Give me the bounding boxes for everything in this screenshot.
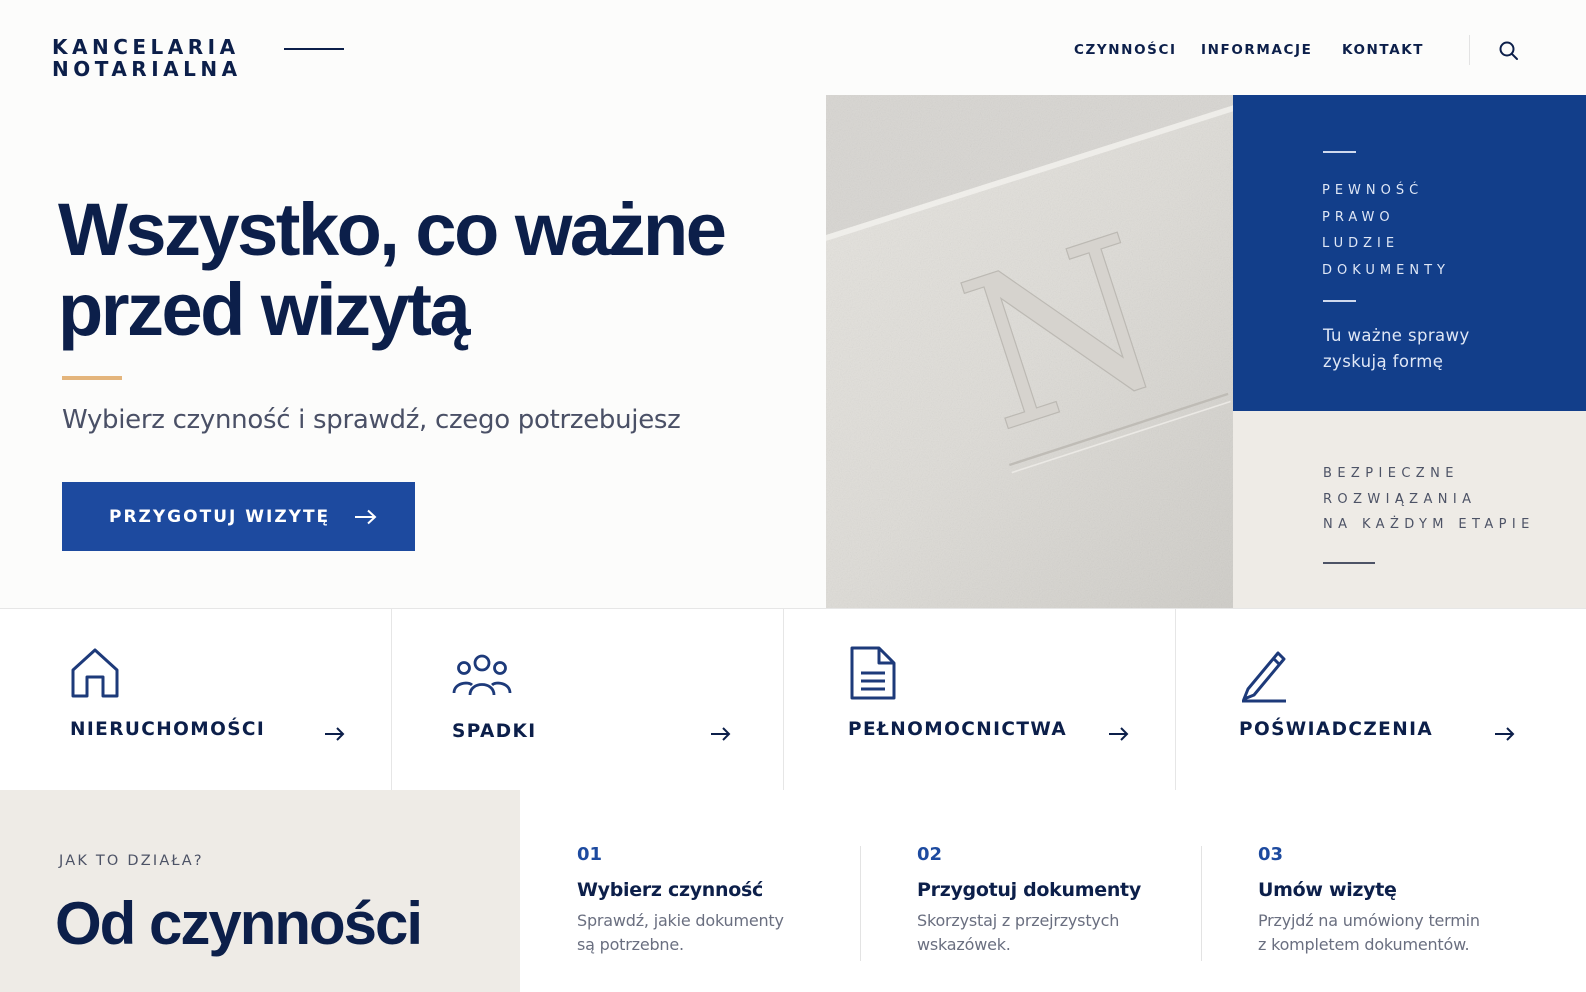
house-icon bbox=[71, 648, 119, 698]
step-desc-line: Skorzystaj z przejrzystych bbox=[917, 911, 1120, 930]
value-word: PEWNOŚĆ bbox=[1322, 183, 1424, 198]
value-word: PRAWO bbox=[1322, 209, 1395, 225]
step-item: 01 Wybierz czynność Sprawdź, jakie dokum… bbox=[577, 844, 784, 957]
site-header: KANCELARIA NOTARIALNA CZYNNOŚCI INFORMAC… bbox=[0, 0, 1586, 96]
step-number: 02 bbox=[917, 844, 943, 865]
step-desc-line: z kompletem dokumentów. bbox=[1258, 935, 1470, 954]
step-divider bbox=[860, 846, 861, 961]
step-item: 02 Przygotuj dokumenty Skorzystaj z prze… bbox=[917, 844, 1141, 957]
arrow-right-icon bbox=[355, 509, 377, 524]
search-button[interactable] bbox=[1496, 38, 1522, 64]
values-mid-dash bbox=[1323, 300, 1356, 302]
nav-item-kontakt[interactable]: KONTAKT bbox=[1342, 42, 1424, 58]
step-number: 03 bbox=[1258, 844, 1284, 865]
security-text: BEZPIECZNE ROZWIĄZANIA NA KAŻDYM ETAPIE bbox=[1323, 461, 1535, 538]
logo[interactable]: KANCELARIA NOTARIALNA bbox=[52, 36, 242, 80]
category-label: PEŁNOMOCNICTWA bbox=[848, 719, 1068, 740]
search-icon bbox=[1499, 41, 1518, 60]
step-description: Skorzystaj z przejrzystych wskazówek. bbox=[917, 909, 1141, 957]
how-title: Od czynności bbox=[55, 890, 423, 957]
how-it-works-intro: JAK TO DZIAŁA? Od czynności bbox=[0, 790, 520, 992]
category-card-nieruchomosci[interactable]: NIERUCHOMOŚCI bbox=[0, 609, 392, 790]
step-number: 01 bbox=[577, 844, 603, 865]
values-list: PEWNOŚĆ PRAWO LUDZIE DOKUMENTY bbox=[1322, 178, 1450, 284]
security-line: NA KAŻDYM ETAPIE bbox=[1323, 517, 1535, 532]
step-description: Sprawdź, jakie dokumenty są potrzebne. bbox=[577, 909, 784, 957]
step-title: Wybierz czynność bbox=[577, 879, 763, 901]
hero-accent-line bbox=[62, 376, 122, 380]
security-panel: BEZPIECZNE ROZWIĄZANIA NA KAŻDYM ETAPIE bbox=[1233, 411, 1586, 608]
embossed-paper-photo: N bbox=[826, 95, 1234, 608]
category-label: SPADKI bbox=[452, 721, 537, 742]
step-desc-line: Przyjdź na umówiony termin bbox=[1258, 911, 1480, 930]
arrow-right-icon bbox=[711, 727, 731, 741]
steps-list: 01 Wybierz czynność Sprawdź, jakie dokum… bbox=[520, 790, 1586, 992]
category-card-spadki[interactable]: SPADKI bbox=[392, 609, 784, 790]
people-icon bbox=[452, 654, 512, 696]
value-word: DOKUMENTY bbox=[1322, 262, 1450, 278]
nav-item-informacje[interactable]: INFORMACJE bbox=[1201, 42, 1312, 58]
category-card-pelnomocnictwa[interactable]: PEŁNOMOCNICTWA bbox=[784, 609, 1176, 790]
logo-decorative-line bbox=[284, 48, 344, 50]
pen-icon bbox=[1242, 651, 1286, 703]
tagline-line-1: Tu ważne sprawy bbox=[1323, 326, 1470, 345]
values-panel: PEWNOŚĆ PRAWO LUDZIE DOKUMENTY Tu ważne … bbox=[1233, 95, 1586, 411]
arrow-right-icon bbox=[325, 727, 345, 741]
arrow-right-icon bbox=[1495, 727, 1515, 741]
category-card-poswiadczenia[interactable]: POŚWIADCZENIA bbox=[1176, 609, 1586, 790]
nav-divider bbox=[1469, 35, 1470, 65]
step-desc-line: Sprawdź, jakie dokumenty bbox=[577, 911, 784, 930]
how-kicker: JAK TO DZIAŁA? bbox=[59, 853, 204, 869]
logo-line-2: NOTARIALNA bbox=[52, 57, 242, 81]
document-icon bbox=[850, 646, 896, 700]
step-description: Przyjdź na umówiony termin z kompletem d… bbox=[1258, 909, 1480, 957]
security-line: BEZPIECZNE bbox=[1323, 466, 1459, 481]
arrow-right-icon bbox=[1109, 727, 1129, 741]
security-dash bbox=[1323, 562, 1375, 564]
hero-title: Wszystko, co ważne przed wizytą bbox=[58, 188, 727, 351]
category-label: NIERUCHOMOŚCI bbox=[70, 719, 266, 740]
nav-item-czynnosci[interactable]: CZYNNOŚCI bbox=[1074, 42, 1177, 58]
step-item: 03 Umów wizytę Przyjdź na umówiony termi… bbox=[1258, 844, 1480, 957]
security-line: ROZWIĄZANIA bbox=[1323, 491, 1477, 507]
hero-title-line-2: przed wizytą bbox=[58, 268, 471, 351]
step-title: Umów wizytę bbox=[1258, 879, 1397, 901]
step-divider bbox=[1201, 846, 1202, 961]
hero-subtitle: Wybierz czynność i sprawdź, czego potrze… bbox=[62, 405, 681, 435]
category-cards: NIERUCHOMOŚCI SPADKI PEŁNOMOCNICTWA POŚW… bbox=[0, 608, 1586, 790]
paper-illustration: N bbox=[826, 95, 1234, 608]
value-word: LUDZIE bbox=[1322, 236, 1400, 251]
category-label: POŚWIADCZENIA bbox=[1239, 719, 1434, 740]
step-desc-line: są potrzebne. bbox=[577, 935, 684, 954]
prepare-visit-label: PRZYGOTUJ WIZYTĘ bbox=[109, 506, 331, 527]
prepare-visit-button[interactable]: PRZYGOTUJ WIZYTĘ bbox=[62, 482, 415, 551]
tagline-line-2: zyskują formę bbox=[1323, 352, 1444, 371]
logo-line-1: KANCELARIA bbox=[52, 35, 240, 59]
values-top-dash bbox=[1323, 151, 1356, 153]
values-tagline: Tu ważne sprawy zyskują formę bbox=[1323, 323, 1470, 375]
step-desc-line: wskazówek. bbox=[917, 935, 1011, 954]
hero-title-line-1: Wszystko, co ważne bbox=[58, 188, 727, 271]
step-title: Przygotuj dokumenty bbox=[917, 879, 1141, 901]
